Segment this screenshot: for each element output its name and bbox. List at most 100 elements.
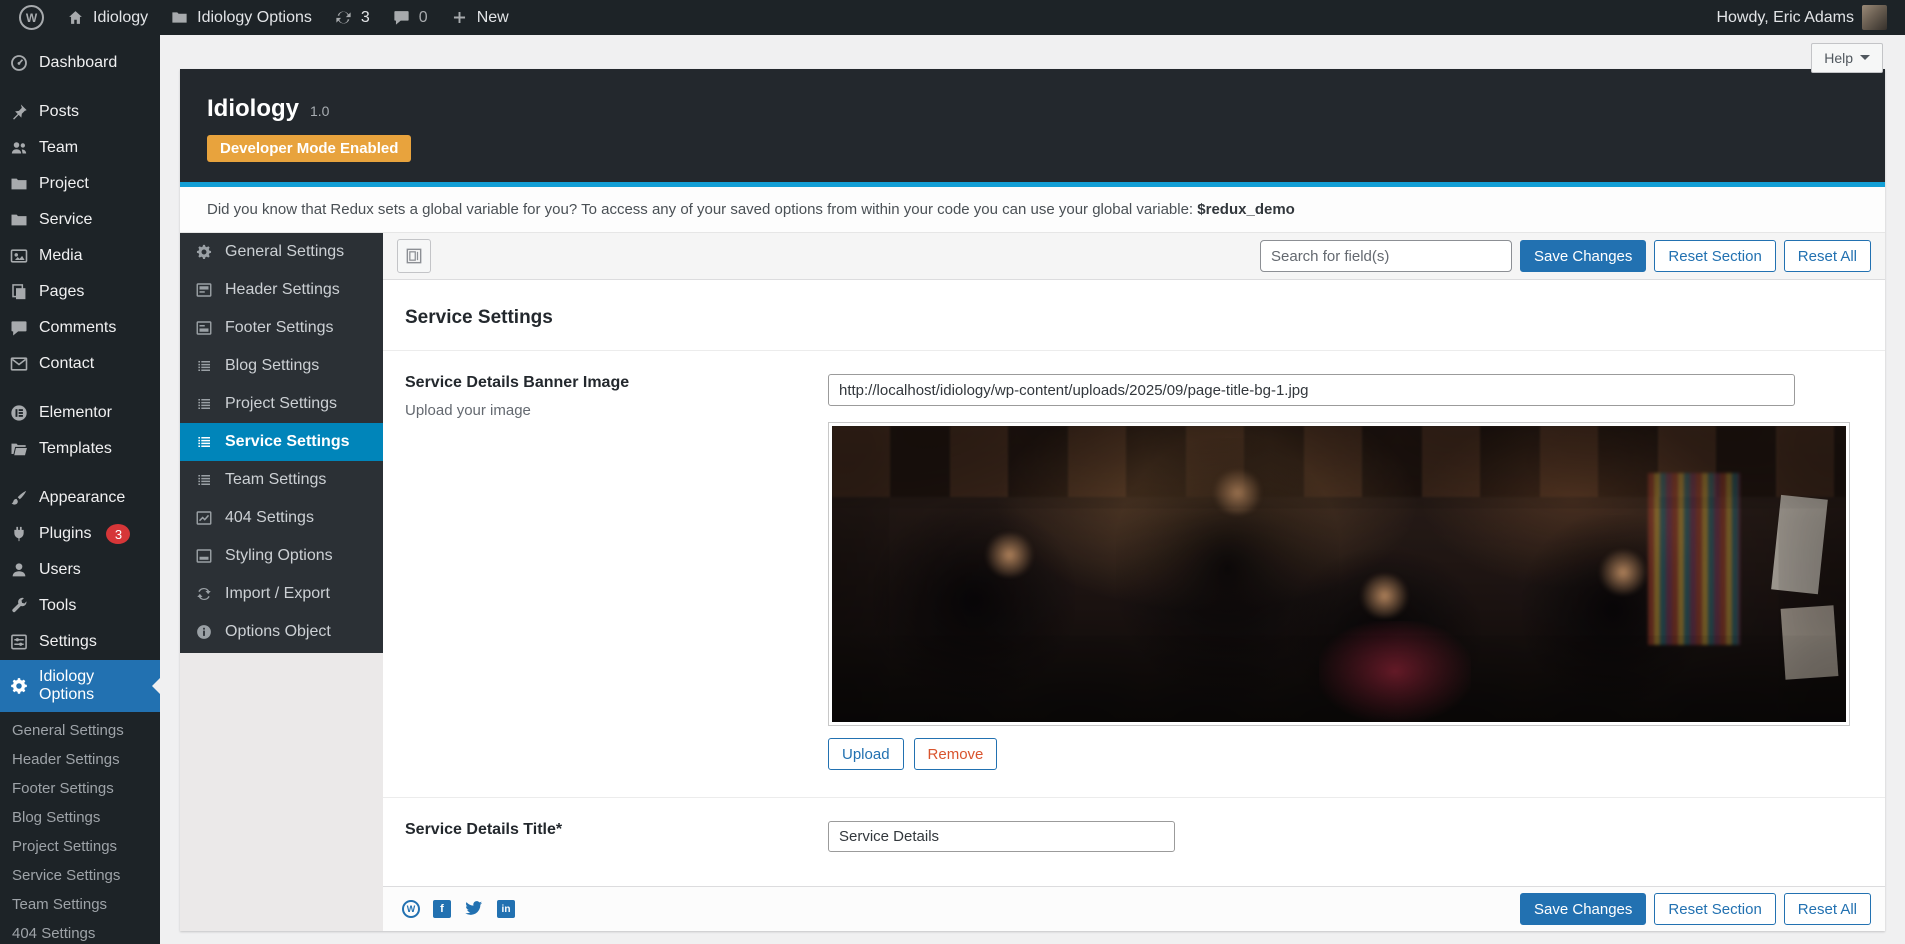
tab-header-settings[interactable]: Header Settings (180, 271, 383, 309)
sidebar-item-plugins[interactable]: Plugins 3 (0, 516, 160, 552)
section-heading: Service Settings (383, 280, 1885, 350)
tab-service-settings[interactable]: Service Settings (180, 423, 383, 461)
new-menu[interactable]: New (439, 0, 520, 35)
plugins-update-badge: 3 (106, 524, 130, 544)
save-changes-button-bottom[interactable]: Save Changes (1520, 893, 1646, 925)
admin-sidebar: Dashboard Posts Team Project Service Med… (0, 35, 160, 944)
banner-image-url-input[interactable] (828, 374, 1795, 406)
update-icon (334, 8, 353, 27)
sidebar-item-idiology-options[interactable]: Idiology Options (0, 660, 160, 712)
linkedin-icon[interactable]: in (497, 900, 515, 918)
sidebar-item-service[interactable]: Service (0, 202, 160, 238)
facebook-icon[interactable]: f (433, 900, 451, 918)
social-links: W f in (397, 899, 515, 919)
submenu-blog-settings[interactable]: Blog Settings (0, 803, 160, 832)
field-description: Upload your image (405, 402, 811, 419)
global-variable-name: $redux_demo (1197, 201, 1295, 218)
wordpress-menu[interactable]: W (8, 0, 55, 35)
admin-bar: W Idiology Idiology Options 3 0 New Howd… (0, 0, 1905, 35)
tab-general-settings[interactable]: General Settings (180, 233, 383, 271)
panel-title: Idiology (207, 95, 299, 123)
admin-content: Help Idiology 1.0 Developer Mode Enabled… (160, 35, 1905, 944)
tab-import-export[interactable]: Import / Export (180, 575, 383, 613)
folder-icon (9, 210, 29, 230)
sidebar-item-tools[interactable]: Tools (0, 588, 160, 624)
avatar (1862, 5, 1887, 30)
reset-section-button-bottom[interactable]: Reset Section (1654, 893, 1775, 925)
sidebar-item-comments[interactable]: Comments (0, 310, 160, 346)
tab-team-settings[interactable]: Team Settings (180, 461, 383, 499)
field-search-input[interactable] (1260, 240, 1512, 272)
submenu-header-settings[interactable]: Header Settings (0, 745, 160, 774)
plus-icon (450, 8, 469, 27)
submenu-general-settings[interactable]: General Settings (0, 716, 160, 745)
options-footer-text: This text is displayed below the options… (160, 931, 1905, 944)
tab-options-object[interactable]: Options Object (180, 613, 383, 651)
save-changes-button[interactable]: Save Changes (1520, 240, 1646, 272)
sidebar-item-pages[interactable]: Pages (0, 274, 160, 310)
sidebar-item-dashboard[interactable]: Dashboard (0, 45, 160, 81)
updates-indicator[interactable]: 3 (323, 0, 381, 35)
submenu-footer-settings[interactable]: Footer Settings (0, 774, 160, 803)
reset-all-button-bottom[interactable]: Reset All (1784, 893, 1871, 925)
upload-button[interactable]: Upload (828, 738, 904, 770)
comments-indicator[interactable]: 0 (381, 0, 439, 35)
banner-image-preview (832, 426, 1846, 722)
sidebar-item-project[interactable]: Project (0, 166, 160, 202)
expand-icon (404, 246, 424, 266)
submenu-project-settings[interactable]: Project Settings (0, 832, 160, 861)
reset-section-button[interactable]: Reset Section (1654, 240, 1775, 272)
expand-options-button[interactable] (397, 239, 431, 273)
panel-version: 1.0 (310, 103, 329, 119)
tab-blog-settings[interactable]: Blog Settings (180, 347, 383, 385)
pages-icon (9, 282, 29, 302)
chart-icon (195, 509, 213, 527)
tab-column-filler (180, 653, 383, 931)
update-count: 3 (361, 9, 370, 27)
comment-count: 0 (419, 9, 428, 27)
tab-404-settings[interactable]: 404 Settings (180, 499, 383, 537)
sliders-icon (9, 632, 29, 652)
folder-icon (9, 174, 29, 194)
submenu-404-settings[interactable]: 404 Settings (0, 919, 160, 944)
sidebar-item-settings[interactable]: Settings (0, 624, 160, 660)
help-button[interactable]: Help (1811, 43, 1883, 73)
sidebar-item-media[interactable]: Media (0, 238, 160, 274)
list-icon (195, 471, 213, 489)
reset-all-button[interactable]: Reset All (1784, 240, 1871, 272)
site-link[interactable]: Idiology (55, 0, 159, 35)
gears-icon (195, 243, 213, 261)
developer-mode-badge: Developer Mode Enabled (207, 135, 411, 162)
comment-icon (9, 318, 29, 338)
folder-open-icon (9, 439, 29, 459)
account-menu[interactable]: Howdy, Eric Adams (1705, 0, 1887, 35)
folder-icon (170, 8, 189, 27)
dashboard-icon (9, 53, 29, 73)
sidebar-item-appearance[interactable]: Appearance (0, 480, 160, 516)
remove-button[interactable]: Remove (914, 738, 998, 770)
elementor-icon (9, 403, 29, 423)
mail-icon (9, 354, 29, 374)
sidebar-item-contact[interactable]: Contact (0, 346, 160, 382)
twitter-icon[interactable] (464, 899, 484, 919)
service-details-title-input[interactable] (828, 821, 1175, 852)
panel-header: Idiology 1.0 Developer Mode Enabled (180, 69, 1885, 182)
field-service-title: Service Details Title* (383, 797, 1885, 886)
sidebar-item-templates[interactable]: Templates (0, 431, 160, 467)
site-name: Idiology (93, 9, 148, 27)
redux-options-panel: Idiology 1.0 Developer Mode Enabled Did … (180, 69, 1885, 931)
panel-footer: W f in Save Changes Reset Section Reset … (383, 886, 1885, 931)
tab-styling-options[interactable]: Styling Options (180, 537, 383, 575)
sidebar-item-posts[interactable]: Posts (0, 94, 160, 130)
tab-project-settings[interactable]: Project Settings (180, 385, 383, 423)
options-crumb[interactable]: Idiology Options (159, 0, 323, 35)
header-layout-icon (195, 281, 213, 299)
wordpress-social-icon[interactable]: W (402, 900, 420, 918)
tab-footer-settings[interactable]: Footer Settings (180, 309, 383, 347)
submenu-team-settings[interactable]: Team Settings (0, 890, 160, 919)
idiology-options-submenu: General Settings Header Settings Footer … (0, 712, 160, 944)
sidebar-item-elementor[interactable]: Elementor (0, 395, 160, 431)
submenu-service-settings[interactable]: Service Settings (0, 861, 160, 890)
sidebar-item-users[interactable]: Users (0, 552, 160, 588)
sidebar-item-team[interactable]: Team (0, 130, 160, 166)
